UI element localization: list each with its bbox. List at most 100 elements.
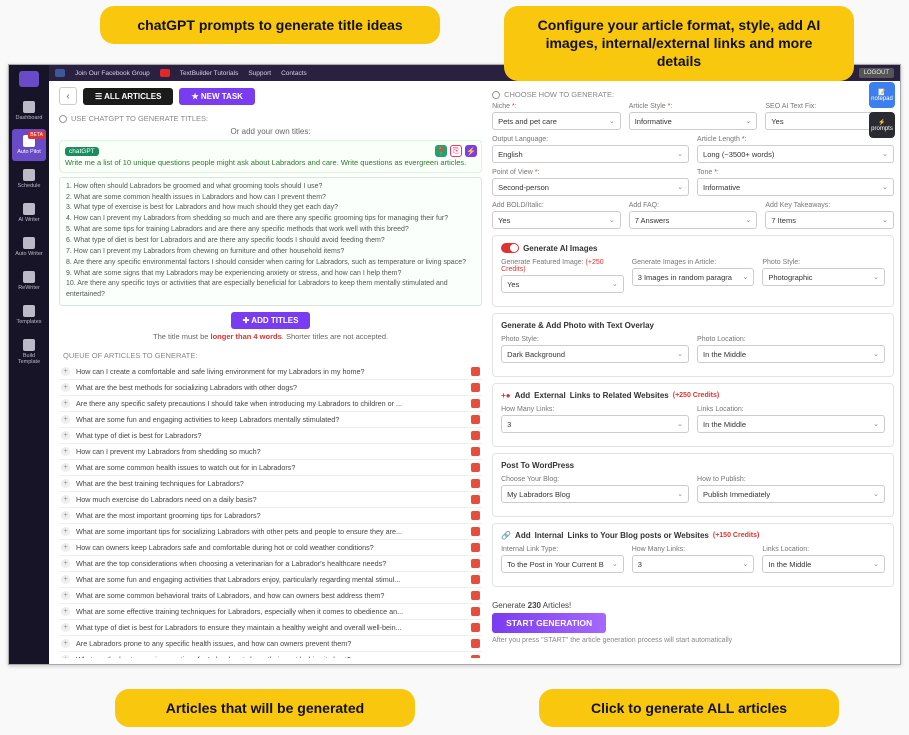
prompt-run-icon[interactable]: ⚡ — [465, 145, 477, 157]
ai-images-toggle[interactable] — [501, 243, 519, 253]
expand-icon[interactable]: + — [61, 607, 70, 616]
expand-icon[interactable]: + — [61, 415, 70, 424]
blog-select[interactable]: My Labradors Blog⌄ — [501, 485, 689, 503]
publish-select[interactable]: Publish Immediately⌄ — [697, 485, 885, 503]
expand-icon[interactable]: + — [61, 623, 70, 632]
queue-row[interactable]: +What are some fun and engaging activiti… — [59, 572, 482, 588]
queue-row[interactable]: +What are the best methods for socializi… — [59, 380, 482, 396]
expand-icon[interactable]: + — [61, 559, 70, 568]
queue-row[interactable]: +What are the best training techniques f… — [59, 476, 482, 492]
delete-icon[interactable] — [471, 591, 480, 600]
article-style-select[interactable]: Informative⌄ — [629, 112, 758, 130]
expand-icon[interactable]: + — [61, 575, 70, 584]
delete-icon[interactable] — [471, 511, 480, 520]
int-howmany-select[interactable]: 3⌄ — [632, 555, 755, 573]
delete-icon[interactable] — [471, 383, 480, 392]
expand-icon[interactable]: + — [61, 399, 70, 408]
sidebar-item-autopilot[interactable]: BETAAuto Pilot — [12, 129, 46, 161]
delete-icon[interactable] — [471, 463, 480, 472]
queue-row[interactable]: +What are some important tips for social… — [59, 524, 482, 540]
ext-howmany-select[interactable]: 3⌄ — [501, 415, 689, 433]
expand-icon[interactable]: + — [61, 591, 70, 600]
queue-row[interactable]: +What are some common health issues to w… — [59, 460, 482, 476]
edge-prompts-button[interactable]: ⚡prompts — [869, 112, 895, 138]
queue-row[interactable]: +What are the best grooming practices fo… — [59, 652, 482, 658]
takeaways-select[interactable]: 7 Items⌄ — [765, 211, 894, 229]
queue-row[interactable]: +What type of diet is best for Labradors… — [59, 428, 482, 444]
sidebar-item-rewriter[interactable]: ReWriter — [12, 265, 46, 297]
expand-icon[interactable]: + — [61, 431, 70, 440]
delete-icon[interactable] — [471, 527, 480, 536]
queue-row[interactable]: +What are some common behavioral traits … — [59, 588, 482, 604]
queue-row[interactable]: +How can owners keep Labradors safe and … — [59, 540, 482, 556]
queue-row[interactable]: +How can I prevent my Labradors from she… — [59, 444, 482, 460]
queue-row[interactable]: +Are Labradors prone to any specific hea… — [59, 636, 482, 652]
delete-icon[interactable] — [471, 431, 480, 440]
logout-button[interactable]: LOGOUT — [859, 68, 894, 78]
delete-icon[interactable] — [471, 607, 480, 616]
delete-icon[interactable] — [471, 575, 480, 584]
delete-icon[interactable] — [471, 543, 480, 552]
delete-icon[interactable] — [471, 399, 480, 408]
expand-icon[interactable]: + — [61, 639, 70, 648]
back-button[interactable]: ‹ — [59, 87, 77, 105]
queue-row[interactable]: +What are some effective training techni… — [59, 604, 482, 620]
add-titles-button[interactable]: ✚ ADD TITLES — [231, 312, 311, 329]
featured-image-select[interactable]: Yes⌄ — [501, 275, 624, 293]
faq-select[interactable]: 7 Answers⌄ — [629, 211, 758, 229]
queue-row[interactable]: +What are some fun and engaging activiti… — [59, 412, 482, 428]
topbar-tutorials-link[interactable]: TextBuilder Tutorials — [180, 70, 239, 77]
pov-select[interactable]: Second-person⌄ — [492, 178, 689, 196]
queue-row[interactable]: +Are there any specific safety precautio… — [59, 396, 482, 412]
sidebar-item-dashboard[interactable]: Dashboard — [12, 95, 46, 127]
expand-icon[interactable]: + — [61, 543, 70, 552]
niche-select[interactable]: Pets and pet care⌄ — [492, 112, 621, 130]
sidebar-item-templates[interactable]: Templates — [12, 299, 46, 331]
delete-icon[interactable] — [471, 495, 480, 504]
topbar-contacts-link[interactable]: Contacts — [281, 70, 307, 77]
queue-row[interactable]: +How much exercise do Labradors need on … — [59, 492, 482, 508]
queue-row[interactable]: +How can I create a comfortable and safe… — [59, 364, 482, 380]
all-articles-button[interactable]: ☰ ALL ARTICLES — [83, 88, 173, 105]
ext-location-select[interactable]: In the Middle⌄ — [697, 415, 885, 433]
tone-select[interactable]: Informative⌄ — [697, 178, 894, 196]
delete-icon[interactable] — [471, 655, 480, 658]
delete-icon[interactable] — [471, 623, 480, 632]
queue-row[interactable]: +What are the most important grooming ti… — [59, 508, 482, 524]
chatgpt-prompt-box[interactable]: chatGPT Write me a list of 10 unique que… — [59, 140, 482, 173]
sidebar-item-schedule[interactable]: Schedule — [12, 163, 46, 195]
delete-icon[interactable] — [471, 447, 480, 456]
expand-icon[interactable]: + — [61, 495, 70, 504]
delete-icon[interactable] — [471, 639, 480, 648]
sidebar-item-autowriter[interactable]: Auto Writer — [12, 231, 46, 263]
expand-icon[interactable]: + — [61, 479, 70, 488]
prompt-pin-icon[interactable]: 📍 — [435, 145, 447, 157]
expand-icon[interactable]: + — [61, 367, 70, 376]
length-select[interactable]: Long (~3500+ words)⌄ — [697, 145, 894, 163]
lang-select[interactable]: English⌄ — [492, 145, 689, 163]
expand-icon[interactable]: + — [61, 527, 70, 536]
delete-icon[interactable] — [471, 415, 480, 424]
delete-icon[interactable] — [471, 479, 480, 488]
overlay-location-select[interactable]: In the Middle⌄ — [697, 345, 885, 363]
expand-icon[interactable]: + — [61, 383, 70, 392]
expand-icon[interactable]: + — [61, 655, 70, 658]
expand-icon[interactable]: + — [61, 511, 70, 520]
start-generation-button[interactable]: START GENERATION — [492, 613, 606, 633]
bold-select[interactable]: Yes⌄ — [492, 211, 621, 229]
topbar-facebook-link[interactable]: Join Our Facebook Group — [75, 70, 150, 77]
prompt-copy-icon[interactable]: ⎘ — [450, 145, 462, 157]
new-task-button[interactable]: ★ NEW TASK — [179, 88, 254, 105]
sidebar-item-buildtemplate[interactable]: Build Template — [12, 333, 46, 371]
images-in-article-select[interactable]: 3 Images in random paragra⌄ — [632, 268, 755, 286]
topbar-support-link[interactable]: Support — [248, 70, 271, 77]
expand-icon[interactable]: + — [61, 447, 70, 456]
edge-notepad-button[interactable]: 📝notepad — [869, 82, 895, 108]
delete-icon[interactable] — [471, 367, 480, 376]
queue-row[interactable]: +What are the top considerations when ch… — [59, 556, 482, 572]
photo-style-select[interactable]: Photographic⌄ — [762, 268, 885, 286]
int-location-select[interactable]: In the Middle⌄ — [762, 555, 885, 573]
expand-icon[interactable]: + — [61, 463, 70, 472]
delete-icon[interactable] — [471, 559, 480, 568]
int-type-select[interactable]: To the Post in Your Current B⌄ — [501, 555, 624, 573]
